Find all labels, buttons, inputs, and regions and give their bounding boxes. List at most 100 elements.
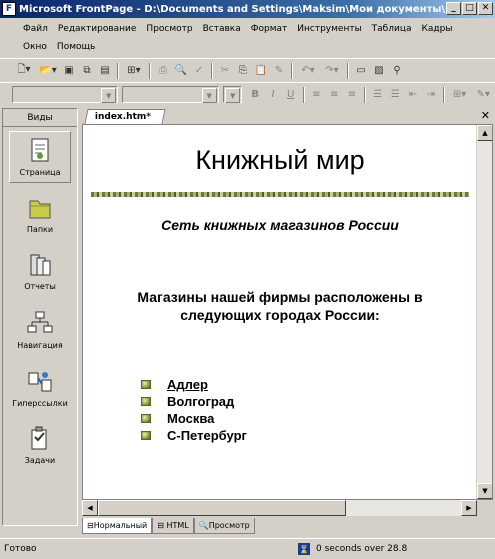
toolbar-separator [211,62,213,79]
horizontal-scroll-thumb[interactable] [98,500,346,516]
menu-tools[interactable]: Инструменты [292,24,366,34]
menu-window[interactable]: Окно [18,42,52,52]
tasks-icon [31,426,47,450]
save-icon[interactable]: ▣ [61,63,77,79]
list-item[interactable]: Москва [141,410,247,427]
decrease-indent-icon[interactable]: ⇤ [405,87,421,103]
city-link-adler[interactable]: Адлер [167,377,208,392]
paragraph-line-1: Магазины нашей фирмы расположены в [137,289,423,305]
status-text: Готово [4,544,37,554]
web-component-icon[interactable]: ▭ [353,63,369,79]
tab-preview[interactable]: 🔍Просмотр [193,518,255,534]
close-document-icon[interactable]: ✕ [481,109,490,122]
bold-icon[interactable]: B [247,87,263,103]
window-controls: _ □ ✕ [446,2,493,15]
highlight-icon[interactable]: ✎▾ [472,87,494,103]
spelling-icon[interactable]: ✓ [191,63,207,79]
underline-icon[interactable]: U [283,87,299,103]
city-volgograd[interactable]: Волгоград [167,394,234,409]
scroll-right-button[interactable]: ▶ [461,500,477,516]
download-time: ⌛ 0 seconds over 28.8 [298,543,407,555]
view-folders-button[interactable]: Папки [3,189,77,241]
scroll-down-button[interactable]: ▼ [477,483,492,499]
undo-icon[interactable]: ↶▾ [297,63,319,79]
page-paragraph[interactable]: Магазины нашей фирмы расположены в следу… [83,288,477,324]
cut-icon[interactable]: ✂ [217,63,233,79]
app-icon-letter: F [5,4,13,14]
menu-format[interactable]: Формат [246,24,293,34]
horizontal-scrollbar[interactable]: ◀ ▶ [82,500,477,516]
page-canvas[interactable]: Книжный мир Сеть книжных магазинов Росси… [82,124,493,500]
publish-icon[interactable]: ⧉ [79,63,95,79]
preview-icon[interactable]: 🔍 [173,63,189,79]
menu-help[interactable]: Помощь [52,42,100,52]
format-painter-icon[interactable]: ✎ [271,63,287,79]
frontpage-app-icon[interactable]: F [2,2,16,16]
menu-row-1: Файл Редактирование Просмотр Вставка Фор… [18,20,495,38]
view-hyperlinks-button[interactable]: Гиперссылки [3,363,77,415]
document-tab-index[interactable]: index.htm* [84,109,166,124]
insert-picture-icon[interactable]: ▨ [371,63,387,79]
redo-icon[interactable]: ↷▾ [321,63,343,79]
insert-table-icon[interactable]: ⊞▾ [123,63,145,79]
list-item[interactable]: Волгоград [141,393,247,410]
document-tab-row: index.htm* ✕ [82,108,493,124]
font-combo[interactable] [122,86,219,103]
toolbar-separator [347,62,349,79]
copy-icon[interactable]: ⎘ [235,63,251,79]
new-page-icon[interactable]: 🗋▾ [13,63,35,79]
list-item[interactable]: Адлер [141,376,247,393]
view-reports-button[interactable]: Отчеты [3,246,77,298]
hyperlink-icon[interactable]: ⚲ [389,63,405,79]
vertical-scrollbar[interactable]: ▲ ▼ [476,125,492,499]
scroll-left-button[interactable]: ◀ [82,500,98,516]
tab-html[interactable]: ⊟ HTML [152,518,194,534]
toolbar-separator [117,62,119,79]
menu-edit[interactable]: Редактирование [53,24,142,34]
menu-file[interactable]: Файл [18,24,53,34]
borders-icon[interactable]: ⊞▾ [449,87,471,103]
increase-indent-icon[interactable]: ⇥ [423,87,439,103]
bullets-icon[interactable]: ☰ [388,87,404,103]
view-page-button[interactable]: Страница [9,131,71,183]
bullet-icon [141,414,151,423]
scroll-up-button[interactable]: ▲ [477,125,492,141]
city-spb[interactable]: С-Петербург [167,428,247,443]
city-moscow[interactable]: Москва [167,411,214,426]
menu-view[interactable]: Просмотр [141,24,197,34]
folder-list-icon[interactable]: ▤ [97,63,113,79]
toolbar-separator [291,62,293,79]
view-hyperlinks-label: Гиперссылки [12,399,68,408]
align-center-icon[interactable]: ≡ [326,87,342,103]
status-bar: Готово ⌛ 0 seconds over 28.8 [0,538,495,559]
decorative-horizontal-rule [91,192,469,197]
align-right-icon[interactable]: ≡ [344,87,360,103]
view-tasks-button[interactable]: Задачи [3,420,77,472]
menu-frames[interactable]: Кадры [416,24,457,34]
toolbar-separator [363,86,366,103]
view-tasks-label: Задачи [24,456,56,465]
style-combo[interactable] [12,86,119,103]
open-folder-icon[interactable]: 📂▾ [37,63,59,79]
italic-icon[interactable]: I [265,87,281,103]
align-left-icon[interactable]: ≡ [309,87,325,103]
paste-icon[interactable]: 📋 [253,63,269,79]
close-window-button[interactable]: ✕ [478,2,493,15]
page-heading[interactable]: Книжный мир [83,145,477,176]
views-bar-header: Виды [3,109,77,127]
folder-icon [29,200,51,219]
menu-insert[interactable]: Вставка [198,24,246,34]
toolbar-separator [302,86,305,103]
tab-normal[interactable]: ⊟Нормальный [82,518,153,534]
minimize-button[interactable]: _ [446,2,461,15]
view-page-label: Страница [19,168,61,177]
menu-table[interactable]: Таблица [367,24,417,34]
font-size-combo[interactable] [222,86,243,103]
page-subtitle[interactable]: Сеть книжных магазинов России [83,217,477,233]
print-icon[interactable]: ⎙ [155,63,171,79]
window-title: Microsoft FrontPage - D:\Documents and S… [19,3,459,15]
maximize-button[interactable]: □ [462,2,477,15]
numbering-icon[interactable]: ☰ [370,87,386,103]
view-navigation-button[interactable]: Навигация [3,305,77,357]
list-item[interactable]: С-Петербург [141,427,247,444]
